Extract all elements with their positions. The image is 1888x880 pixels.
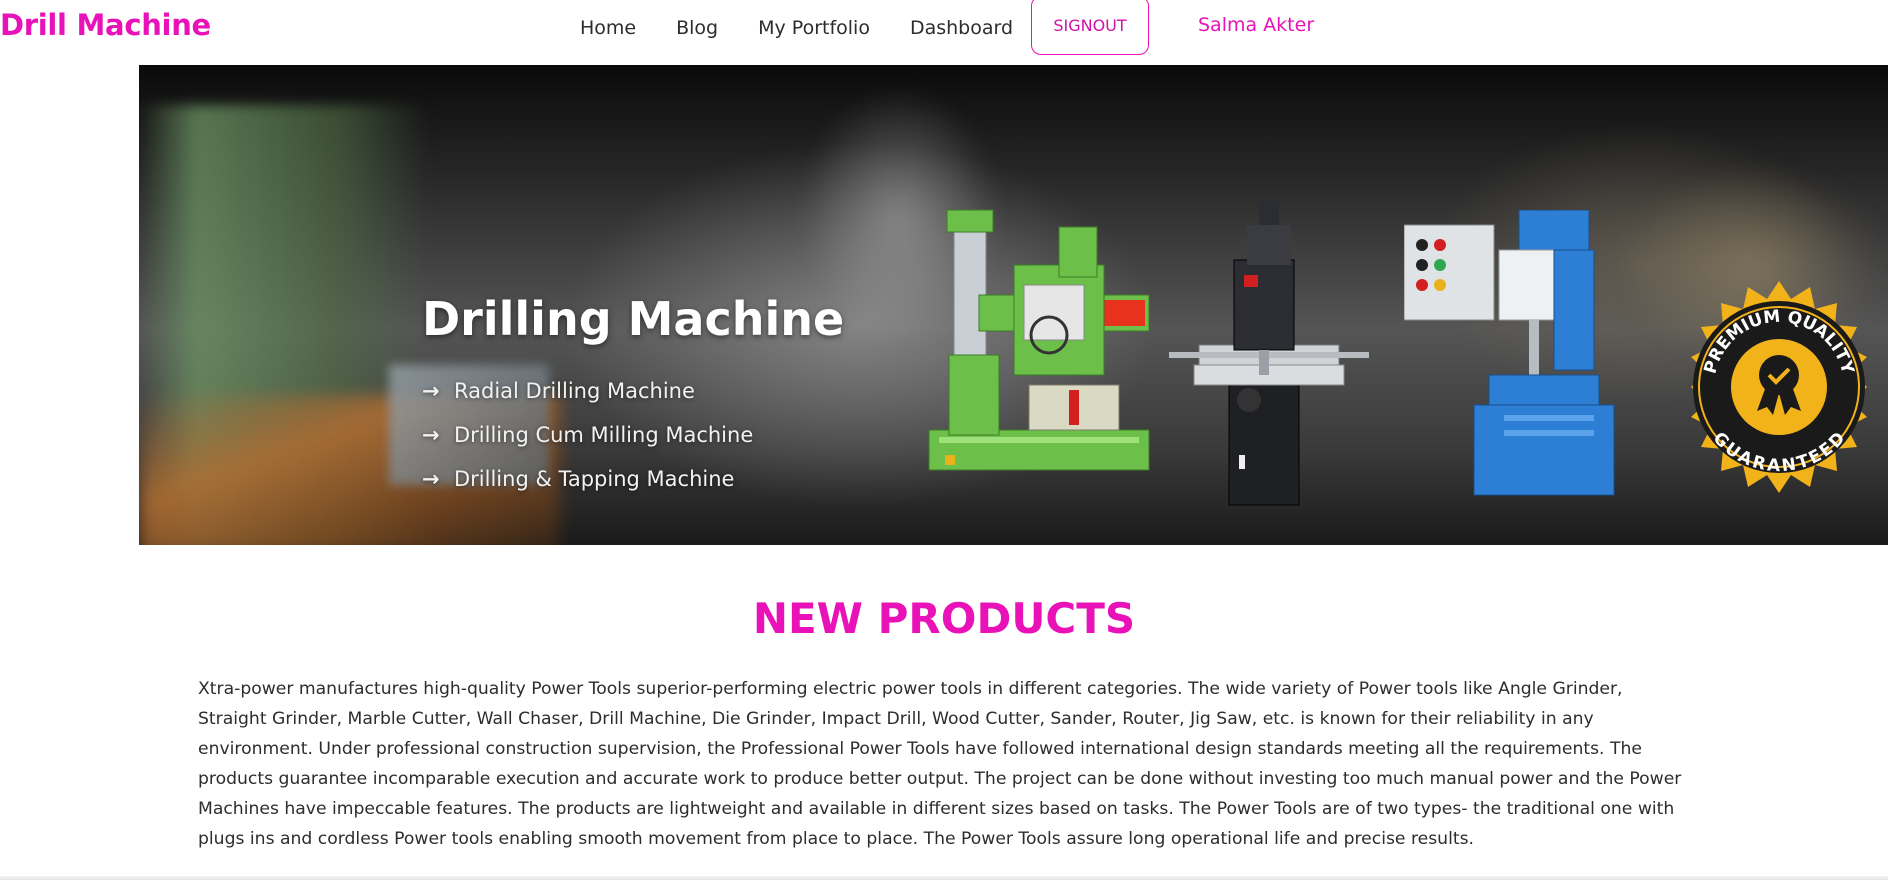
section-divider [0, 876, 1888, 880]
arrow-right-icon: → [422, 467, 440, 491]
drilling-milling-machine-image [1169, 200, 1369, 506]
banner-feature-label: Drilling & Tapping Machine [454, 467, 735, 491]
banner-feature-item: → Radial Drilling Machine [422, 371, 753, 411]
banner-title: Drilling Machine [422, 292, 845, 346]
hero-banner: Drilling Machine → Radial Drilling Machi… [139, 65, 1888, 545]
nav-link-my-portfolio[interactable]: My Portfolio [758, 17, 870, 39]
signout-button[interactable]: SIGNOUT [1031, 0, 1149, 55]
top-navbar: Drill Machine Home Blog My Portfolio Das… [0, 0, 1888, 64]
nav-link-home[interactable]: Home [580, 17, 636, 39]
new-products-heading: NEW PRODUCTS [752, 594, 1136, 643]
nav-link-blog[interactable]: Blog [676, 17, 718, 39]
new-products-description: Xtra-power manufactures high-quality Pow… [198, 679, 1682, 849]
drilling-tapping-machine-image [1404, 210, 1615, 496]
banner-feature-item: → Drilling Cum Milling Machine [422, 415, 753, 455]
user-name[interactable]: Salma Akter [1198, 14, 1314, 36]
banner-feature-item: → Drilling & Tapping Machine [422, 459, 753, 499]
banner-feature-list: → Radial Drilling Machine → Drilling Cum… [422, 371, 753, 503]
premium-quality-badge: PREMIUM QUALITY GUARANTEED [1691, 281, 1867, 493]
banner-feature-label: Radial Drilling Machine [454, 379, 695, 403]
banner-feature-label: Drilling Cum Milling Machine [454, 423, 754, 447]
arrow-right-icon: → [422, 379, 440, 403]
arrow-right-icon: → [422, 423, 440, 447]
nav-link-dashboard[interactable]: Dashboard [910, 17, 1013, 39]
radial-drilling-machine-image [928, 209, 1150, 471]
nav-links: Home Blog My Portfolio Dashboard [580, 0, 1053, 56]
brand-logo[interactable]: Drill Machine [0, 8, 211, 42]
